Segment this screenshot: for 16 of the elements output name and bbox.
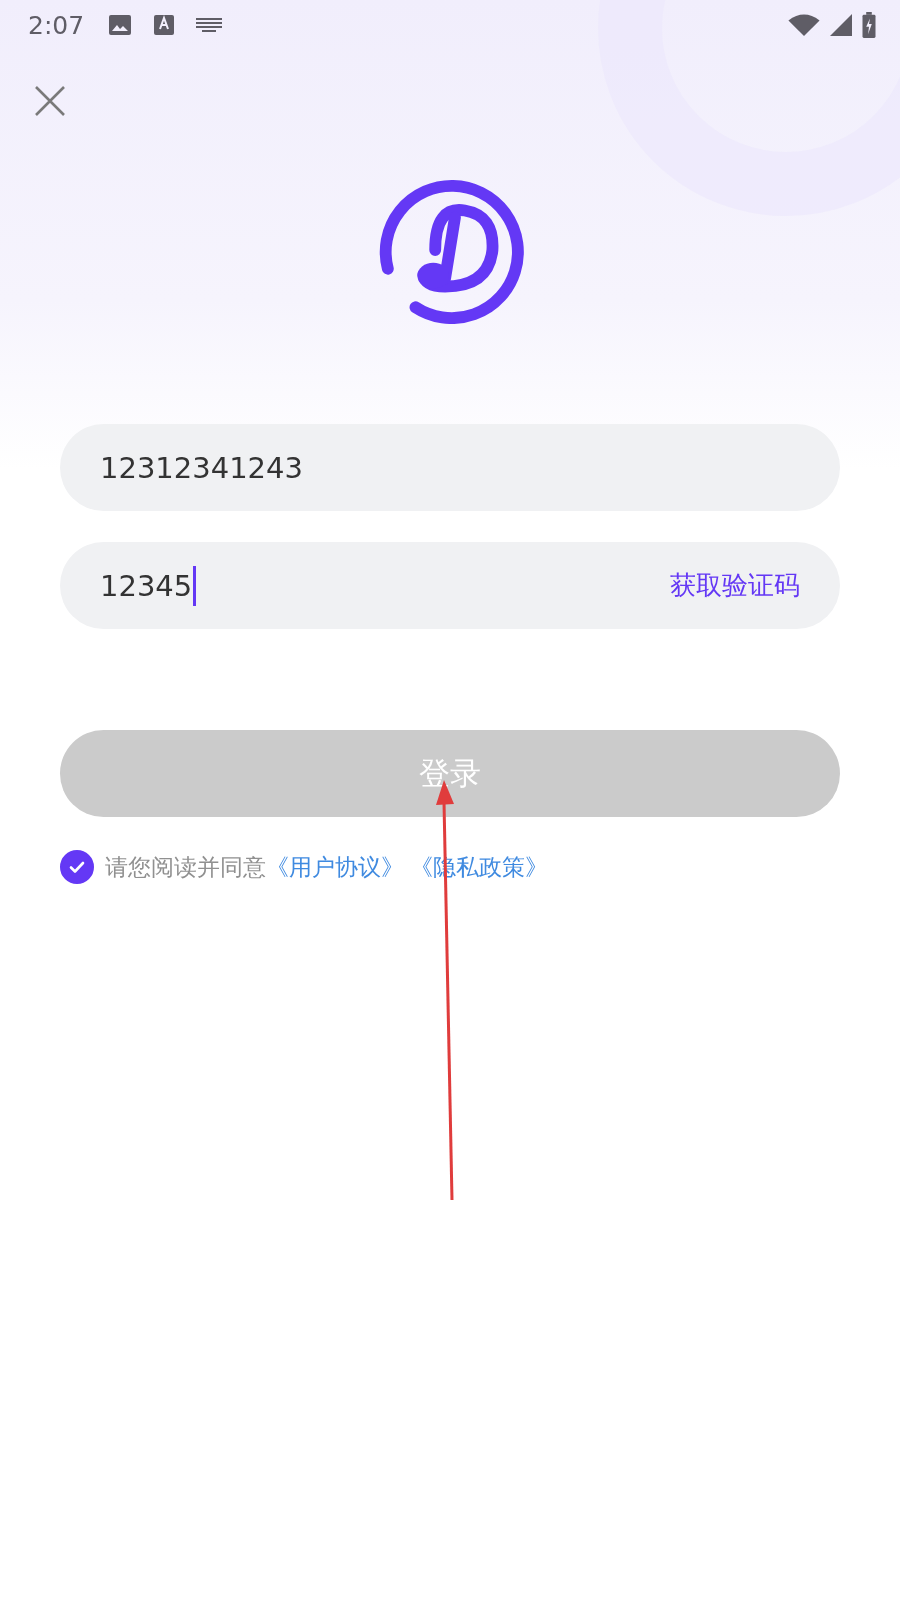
agree-checkbox[interactable]	[60, 850, 94, 884]
get-code-button[interactable]: 获取验证码	[670, 568, 800, 603]
status-time: 2:07	[28, 10, 85, 40]
policy-link[interactable]: 《用户协议》	[266, 851, 404, 883]
signal-icon	[830, 14, 852, 36]
text-icon	[154, 13, 175, 37]
phone-field[interactable]: 12312341243	[60, 424, 840, 511]
code-value: 12345	[100, 568, 193, 603]
battery-icon	[862, 12, 876, 38]
keyboard-icon	[196, 17, 223, 33]
wifi-icon	[788, 14, 820, 36]
code-field[interactable]: 12345 获取验证码	[60, 542, 840, 629]
agreement-text: 请您阅读并同意	[105, 852, 266, 882]
image-icon	[108, 13, 133, 37]
text-cursor	[193, 565, 197, 606]
close-icon[interactable]	[35, 86, 65, 116]
